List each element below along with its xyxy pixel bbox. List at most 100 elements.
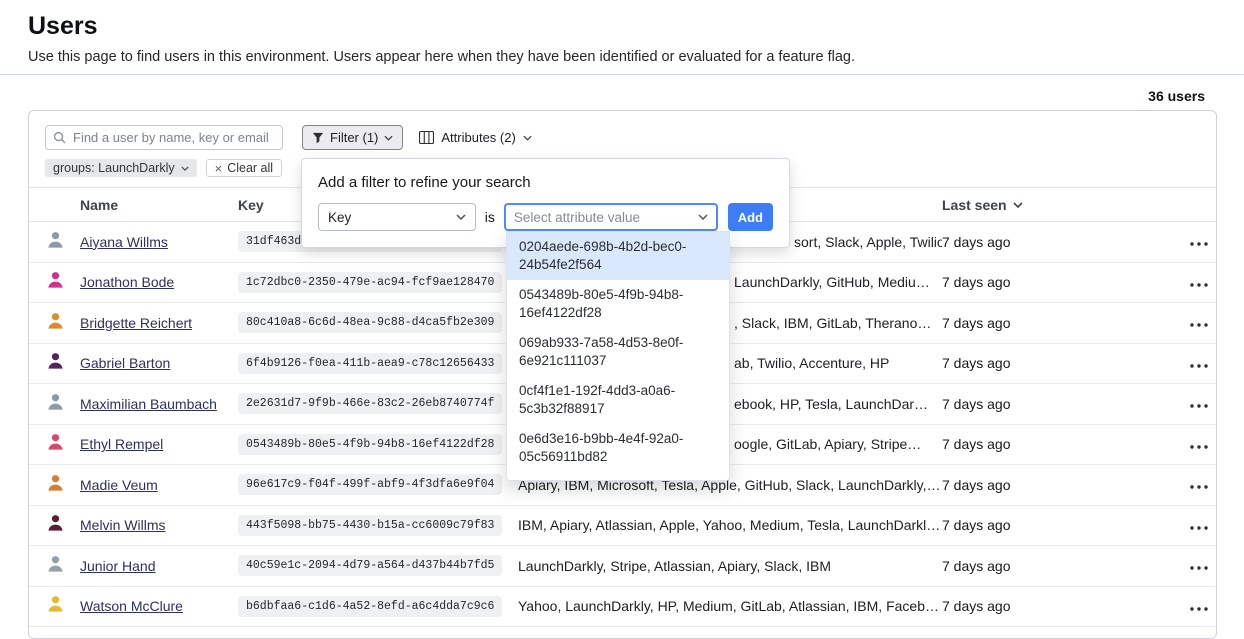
row-menu-button[interactable] xyxy=(1181,310,1216,335)
user-name-link[interactable]: Gabriel Barton xyxy=(80,355,238,371)
user-name-link[interactable]: Madie Veum xyxy=(80,477,238,493)
attribute-select-value: Key xyxy=(328,210,351,225)
filter-popover-title: Add a filter to refine your search xyxy=(302,159,789,203)
listbox-option[interactable]: 0204aede-698b-4b2d-bec0-24b54fe2f564 xyxy=(507,232,729,280)
search-input[interactable] xyxy=(45,125,283,150)
last-seen-value: 7 days ago xyxy=(942,558,1181,574)
attribute-value-combobox[interactable]: Select attribute value xyxy=(504,203,718,231)
user-name-link[interactable]: Melvin Willms xyxy=(80,517,238,533)
listbox-option[interactable]: 0cf4f1e1-192f-4dd3-a0a6-5c3b32f88917 xyxy=(507,376,729,424)
user-name-link[interactable]: Aiyana Willms xyxy=(80,234,238,250)
row-menu-button[interactable] xyxy=(1181,553,1216,578)
listbox-option[interactable]: 127e6323-6528-4dd9-a814- xyxy=(507,472,729,481)
kebab-icon xyxy=(1190,283,1208,287)
user-key: 2e2631d7-9f9b-466e-83c2-26eb8740774f xyxy=(238,393,502,414)
filter-chip-groups[interactable]: groups: LaunchDarkly xyxy=(45,159,197,177)
column-header-last-seen[interactable]: Last seen xyxy=(942,197,1181,213)
user-name-link[interactable]: Maximilian Baumbach xyxy=(80,396,238,412)
table-row: Watson McClure b6dbfaa6-c1d6-4a52-8efd-a… xyxy=(29,587,1216,628)
row-menu-button[interactable] xyxy=(1181,432,1216,457)
avatar xyxy=(46,473,80,497)
user-key: 40c59e1c-2094-4d79-a564-d437b44b7fd5 xyxy=(238,555,502,576)
listbox-option[interactable]: 0543489b-80e5-4f9b-94b8-16ef4122df28 xyxy=(507,280,729,328)
users-page: Users Use this page to find users in thi… xyxy=(0,0,1244,639)
last-seen-value: 7 days ago xyxy=(942,355,1181,371)
table-row: Junior Hand 40c59e1c-2094-4d79-a564-d437… xyxy=(29,546,1216,587)
filter-button-label: Filter (1) xyxy=(330,130,378,145)
page-title: Users xyxy=(28,12,1244,41)
row-menu-button[interactable] xyxy=(1181,594,1216,619)
page-header: Users Use this page to find users in thi… xyxy=(0,0,1244,75)
user-key: 443f5098-bb75-4430-b15a-cc6009c79f83 xyxy=(238,515,502,536)
avatar xyxy=(46,351,80,375)
avatar xyxy=(46,594,80,618)
add-filter-button[interactable]: Add xyxy=(728,203,773,231)
kebab-icon xyxy=(1190,404,1208,408)
clear-all-label: Clear all xyxy=(227,161,273,175)
avatar xyxy=(46,230,80,254)
chevron-down-icon xyxy=(698,214,708,220)
operator-label: is xyxy=(485,209,495,225)
last-seen-value: 7 days ago xyxy=(942,274,1181,290)
search-box xyxy=(45,125,283,150)
last-seen-value: 7 days ago xyxy=(942,436,1181,452)
clear-all-button[interactable]: × Clear all xyxy=(206,159,282,177)
row-menu-button[interactable] xyxy=(1181,513,1216,538)
avatar xyxy=(46,554,80,578)
column-header-name[interactable]: Name xyxy=(80,197,238,213)
page-subtitle: Use this page to find users in this envi… xyxy=(28,49,1244,65)
user-key: 6f4b9126-f0ea-411b-aea9-c78c12656433 xyxy=(238,353,502,374)
row-menu-button[interactable] xyxy=(1181,472,1216,497)
search-icon xyxy=(53,131,66,144)
user-name-link[interactable]: Junior Hand xyxy=(80,558,238,574)
user-count: 36 users xyxy=(0,75,1244,104)
user-key: b6dbfaa6-c1d6-4a52-8efd-a6c4dda7c9c6 xyxy=(238,596,502,617)
last-seen-value: 7 days ago xyxy=(942,396,1181,412)
filter-chip-label: groups: LaunchDarkly xyxy=(53,161,175,175)
filter-button[interactable]: Filter (1) xyxy=(302,125,403,150)
avatar xyxy=(46,392,80,416)
user-key: 0543489b-80e5-4f9b-94b8-16ef4122df28 xyxy=(238,434,502,455)
kebab-icon xyxy=(1190,445,1208,449)
kebab-icon xyxy=(1190,242,1208,246)
row-menu-button[interactable] xyxy=(1181,229,1216,254)
kebab-icon xyxy=(1190,526,1208,530)
user-name-link[interactable]: Watson McClure xyxy=(80,598,238,614)
user-attributes: LaunchDarkly, Stripe, Atlassian, Apiary,… xyxy=(518,558,942,574)
user-attributes: Yahoo, LaunchDarkly, HP, Medium, GitLab,… xyxy=(518,598,942,614)
avatar xyxy=(46,432,80,456)
last-seen-value: 7 days ago xyxy=(942,477,1181,493)
kebab-icon xyxy=(1190,364,1208,368)
last-seen-value: 7 days ago xyxy=(942,598,1181,614)
user-key: 80c410a8-6c6d-48ea-9c88-d4ca5fb2e309 xyxy=(238,312,502,333)
attribute-select[interactable]: Key xyxy=(318,203,476,231)
combobox-placeholder: Select attribute value xyxy=(514,210,640,225)
chevron-down-icon xyxy=(523,135,532,141)
avatar xyxy=(46,311,80,335)
user-name-link[interactable]: Jonathon Bode xyxy=(80,274,238,290)
kebab-icon xyxy=(1190,607,1208,611)
user-name-link[interactable]: Bridgette Reichert xyxy=(80,315,238,331)
last-seen-value: 7 days ago xyxy=(942,517,1181,533)
funnel-icon xyxy=(312,132,324,144)
chevron-down-icon xyxy=(456,214,466,220)
row-menu-button[interactable] xyxy=(1181,351,1216,376)
attributes-button[interactable]: Attributes (2) xyxy=(419,125,531,150)
chevron-down-icon xyxy=(181,166,189,171)
kebab-icon xyxy=(1190,485,1208,489)
attribute-value-listbox: 0204aede-698b-4b2d-bec0-24b54fe2f564 054… xyxy=(506,231,730,481)
toolbar: Filter (1) Attributes (2) xyxy=(29,111,1216,150)
sort-chevron-down-icon xyxy=(1013,202,1023,208)
kebab-icon xyxy=(1190,566,1208,570)
user-attributes: IBM, Apiary, Atlassian, Apple, Yahoo, Me… xyxy=(518,517,942,533)
listbox-option[interactable]: 069ab933-7a58-4d53-8e0f-6e921c111037 xyxy=(507,328,729,376)
row-menu-button[interactable] xyxy=(1181,391,1216,416)
user-name-link[interactable]: Ethyl Rempel xyxy=(80,436,238,452)
filter-popover-controls: Key is Select attribute value Add xyxy=(302,203,789,231)
listbox-option[interactable]: 0e6d3e16-b9bb-4e4f-92a0-05c56911bd82 xyxy=(507,424,729,472)
table-row: Melvin Willms 443f5098-bb75-4430-b15a-cc… xyxy=(29,506,1216,547)
close-icon: × xyxy=(215,162,223,175)
columns-icon xyxy=(419,131,434,144)
last-seen-value: 7 days ago xyxy=(942,315,1181,331)
row-menu-button[interactable] xyxy=(1181,270,1216,295)
